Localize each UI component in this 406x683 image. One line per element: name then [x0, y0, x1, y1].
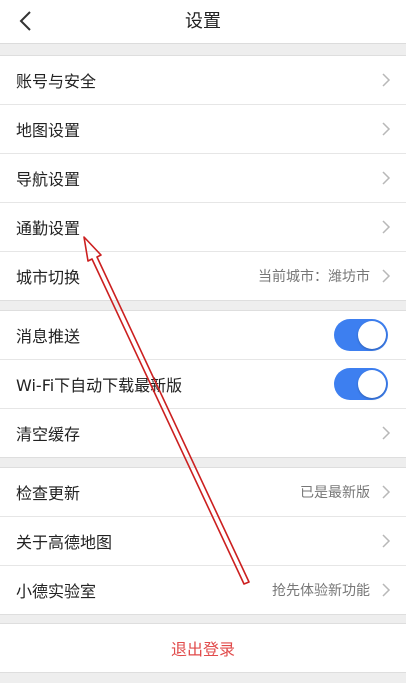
row-city-switch[interactable]: 城市切换 当前城市：潍坊市 — [0, 252, 406, 300]
toggle-knob — [358, 370, 386, 398]
row-label: 导航设置 — [16, 170, 81, 189]
nav-bar: 设置 — [0, 0, 406, 44]
settings-group-general: 消息推送 Wi-Fi下自动下载最新版 清空缓存 — [0, 310, 406, 458]
row-label: 小德实验室 — [16, 582, 97, 601]
row-label: 消息推送 — [16, 327, 81, 346]
row-label: 检查更新 — [16, 484, 81, 503]
settings-group-account: 账号与安全 地图设置 导航设置 通勤设置 城市切换 当前城市：潍坊市 — [0, 55, 406, 301]
chevron-right-icon — [382, 73, 391, 87]
row-account-security[interactable]: 账号与安全 — [0, 56, 406, 105]
chevron-right-icon — [382, 171, 391, 185]
row-label: 地图设置 — [16, 121, 81, 140]
row-label: 关于高德地图 — [16, 533, 113, 552]
page-title: 设置 — [185, 11, 221, 32]
row-lab[interactable]: 小德实验室 抢先体验新功能 — [0, 566, 406, 614]
row-label: 城市切换 — [16, 268, 81, 287]
chevron-right-icon — [382, 220, 391, 234]
row-commute-settings[interactable]: 通勤设置 — [0, 203, 406, 252]
logout-label: 退出登录 — [170, 640, 235, 659]
row-about-amap[interactable]: 关于高德地图 — [0, 517, 406, 566]
row-push-notifications: 消息推送 — [0, 311, 406, 360]
row-wifi-auto-download: Wi-Fi下自动下载最新版 — [0, 360, 406, 409]
row-clear-cache[interactable]: 清空缓存 — [0, 409, 406, 457]
chevron-right-icon — [382, 269, 391, 283]
current-city-value: 当前城市：潍坊市 — [258, 269, 370, 285]
row-check-update[interactable]: 检查更新 已是最新版 — [0, 468, 406, 517]
push-notifications-toggle[interactable] — [334, 319, 388, 351]
row-navigation-settings[interactable]: 导航设置 — [0, 154, 406, 203]
lab-hint-value: 抢先体验新功能 — [272, 583, 370, 599]
row-label: 账号与安全 — [16, 72, 97, 91]
chevron-right-icon — [382, 426, 391, 440]
row-label: Wi-Fi下自动下载最新版 — [16, 376, 183, 395]
chevron-right-icon — [382, 534, 391, 548]
logout-button[interactable]: 退出登录 — [0, 623, 406, 673]
wifi-auto-download-toggle[interactable] — [334, 368, 388, 400]
chevron-right-icon — [382, 583, 391, 597]
toggle-knob — [358, 321, 386, 349]
chevron-right-icon — [382, 485, 391, 499]
row-map-settings[interactable]: 地图设置 — [0, 105, 406, 154]
row-label: 通勤设置 — [16, 219, 81, 238]
update-status-value: 已是最新版 — [300, 485, 370, 501]
row-label: 清空缓存 — [16, 425, 81, 444]
chevron-right-icon — [382, 122, 391, 136]
settings-group-about: 检查更新 已是最新版 关于高德地图 小德实验室 抢先体验新功能 — [0, 467, 406, 615]
